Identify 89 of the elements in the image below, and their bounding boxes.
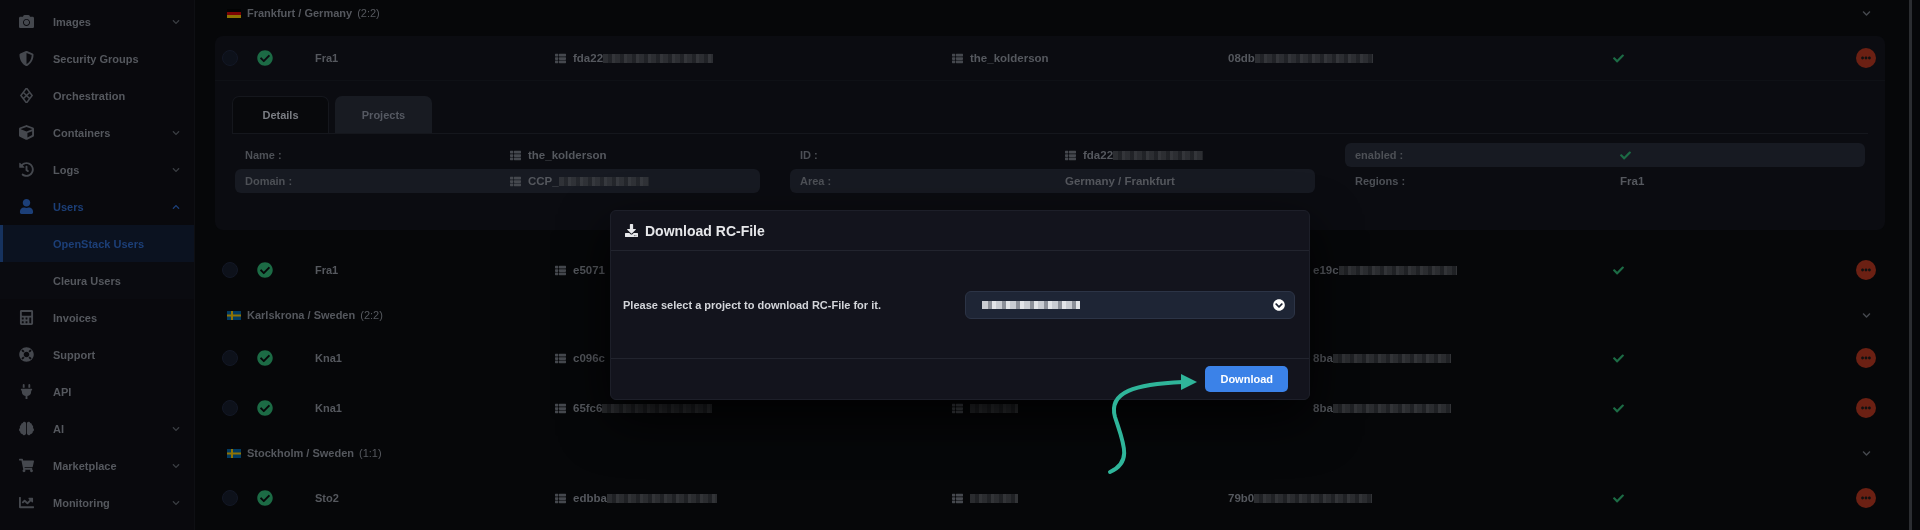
check-icon [1613,264,1624,276]
chevron-icon[interactable] [1862,310,1871,320]
menu-item-icon [19,125,37,140]
list-icon [952,52,963,64]
region-name: Sto2 [315,492,340,504]
list-icon [555,402,566,414]
table-cell: 8ba [1313,352,1333,364]
table-cell: edbba [573,492,607,504]
table-cell: the_kolderson [970,52,1049,64]
list-icon [555,264,566,276]
sweden-flag-icon [227,448,241,458]
field-label: Name : [245,149,283,161]
row-checkbox[interactable] [222,262,238,278]
check-icon [1613,492,1624,504]
sidebar-item[interactable]: Containers [0,114,194,151]
more-button[interactable] [1856,260,1876,280]
table-cell: 79b0 [1228,492,1255,504]
sidebar-item[interactable]: Security Groups [0,40,194,77]
menu-item-icon [19,162,37,177]
sidebar-item[interactable]: Users [0,188,194,225]
table-cell: fda22 [573,52,604,64]
tab[interactable]: Projects [335,96,432,133]
group-title: Karlskrona / Sweden [247,309,356,321]
download-button[interactable]: Download [1205,366,1288,392]
chevron-icon [1273,298,1285,311]
menu-item-icon [19,495,37,510]
menu-item-icon [19,421,37,436]
field-value: CCP_ [528,175,559,187]
more-button[interactable] [1856,48,1876,68]
table-cell: 8ba [1313,402,1333,414]
dialog-prompt: Please select a project to download RC-File for it. [623,298,882,311]
region-name: Fra1 [315,264,340,276]
group-count: (2:2) [360,309,384,321]
row-checkbox[interactable] [222,400,238,416]
field-label: Regions : [1355,175,1407,187]
list-icon [952,402,963,414]
field-label: ID : [800,149,819,161]
sidebar-item[interactable]: Invoices [0,299,194,336]
sidebar-item[interactable]: Orchestration [0,77,194,114]
table-cell: c096c [573,352,605,364]
region-name: Kna1 [315,352,343,364]
list-icon [555,52,566,64]
chevron-icon[interactable] [1862,8,1871,18]
tab[interactable]: Details [232,96,329,133]
row-checkbox[interactable] [222,350,238,366]
check-icon [1613,352,1624,364]
check-icon [1613,52,1624,64]
sweden-flag-icon [227,310,241,320]
sidebar-item[interactable]: Images [0,3,194,40]
sidebar-item[interactable]: Marketplace [0,447,194,484]
region-name: Kna1 [315,402,343,414]
list-icon [555,352,566,364]
sidebar-item[interactable]: Support [0,336,194,373]
group-count: (1:1) [358,447,383,459]
table-cell: e19c [1313,264,1339,276]
group-title: Stockholm / Sweden [247,447,354,459]
table-cell: e5071 [573,264,605,276]
menu-item-icon [19,14,37,29]
list-icon [510,175,521,187]
more-button[interactable] [1856,348,1876,368]
field-value: the_kolderson [528,149,607,161]
sidebar-item[interactable]: API [0,373,194,410]
sidebar-item[interactable]: Logs [0,151,194,188]
table-cell: 65fc6 [573,402,603,414]
scrollbar[interactable] [1908,0,1912,530]
list-icon [555,492,566,504]
chevron-icon[interactable] [1862,448,1871,458]
field-value: Germany / Frankfurt [1065,175,1175,187]
download-icon [625,224,638,237]
field-value: fda22 [1083,149,1114,161]
group-title: Frankfurt / Germany [247,7,353,19]
table-cell: 08db [1228,52,1255,64]
region-name: Fra1 [315,52,340,64]
project-select[interactable] [965,290,1295,319]
list-icon [510,149,521,161]
list-icon [1065,149,1076,161]
field-value: Fra1 [1620,175,1645,187]
list-icon [952,492,963,504]
sidebar-item[interactable]: AI [0,410,194,447]
row-checkbox[interactable] [222,490,238,506]
more-button[interactable] [1856,398,1876,418]
more-button[interactable] [1856,488,1876,508]
group-count: (2:2) [357,7,381,19]
sidebar-item[interactable]: Monitoring [0,484,194,521]
dialog-title: Download RC-File [645,222,765,239]
menu-item-icon [19,458,37,473]
menu-item-icon [19,347,37,362]
sidebar-item[interactable]: OpenStack Users [0,225,194,262]
check-icon [1613,402,1624,414]
